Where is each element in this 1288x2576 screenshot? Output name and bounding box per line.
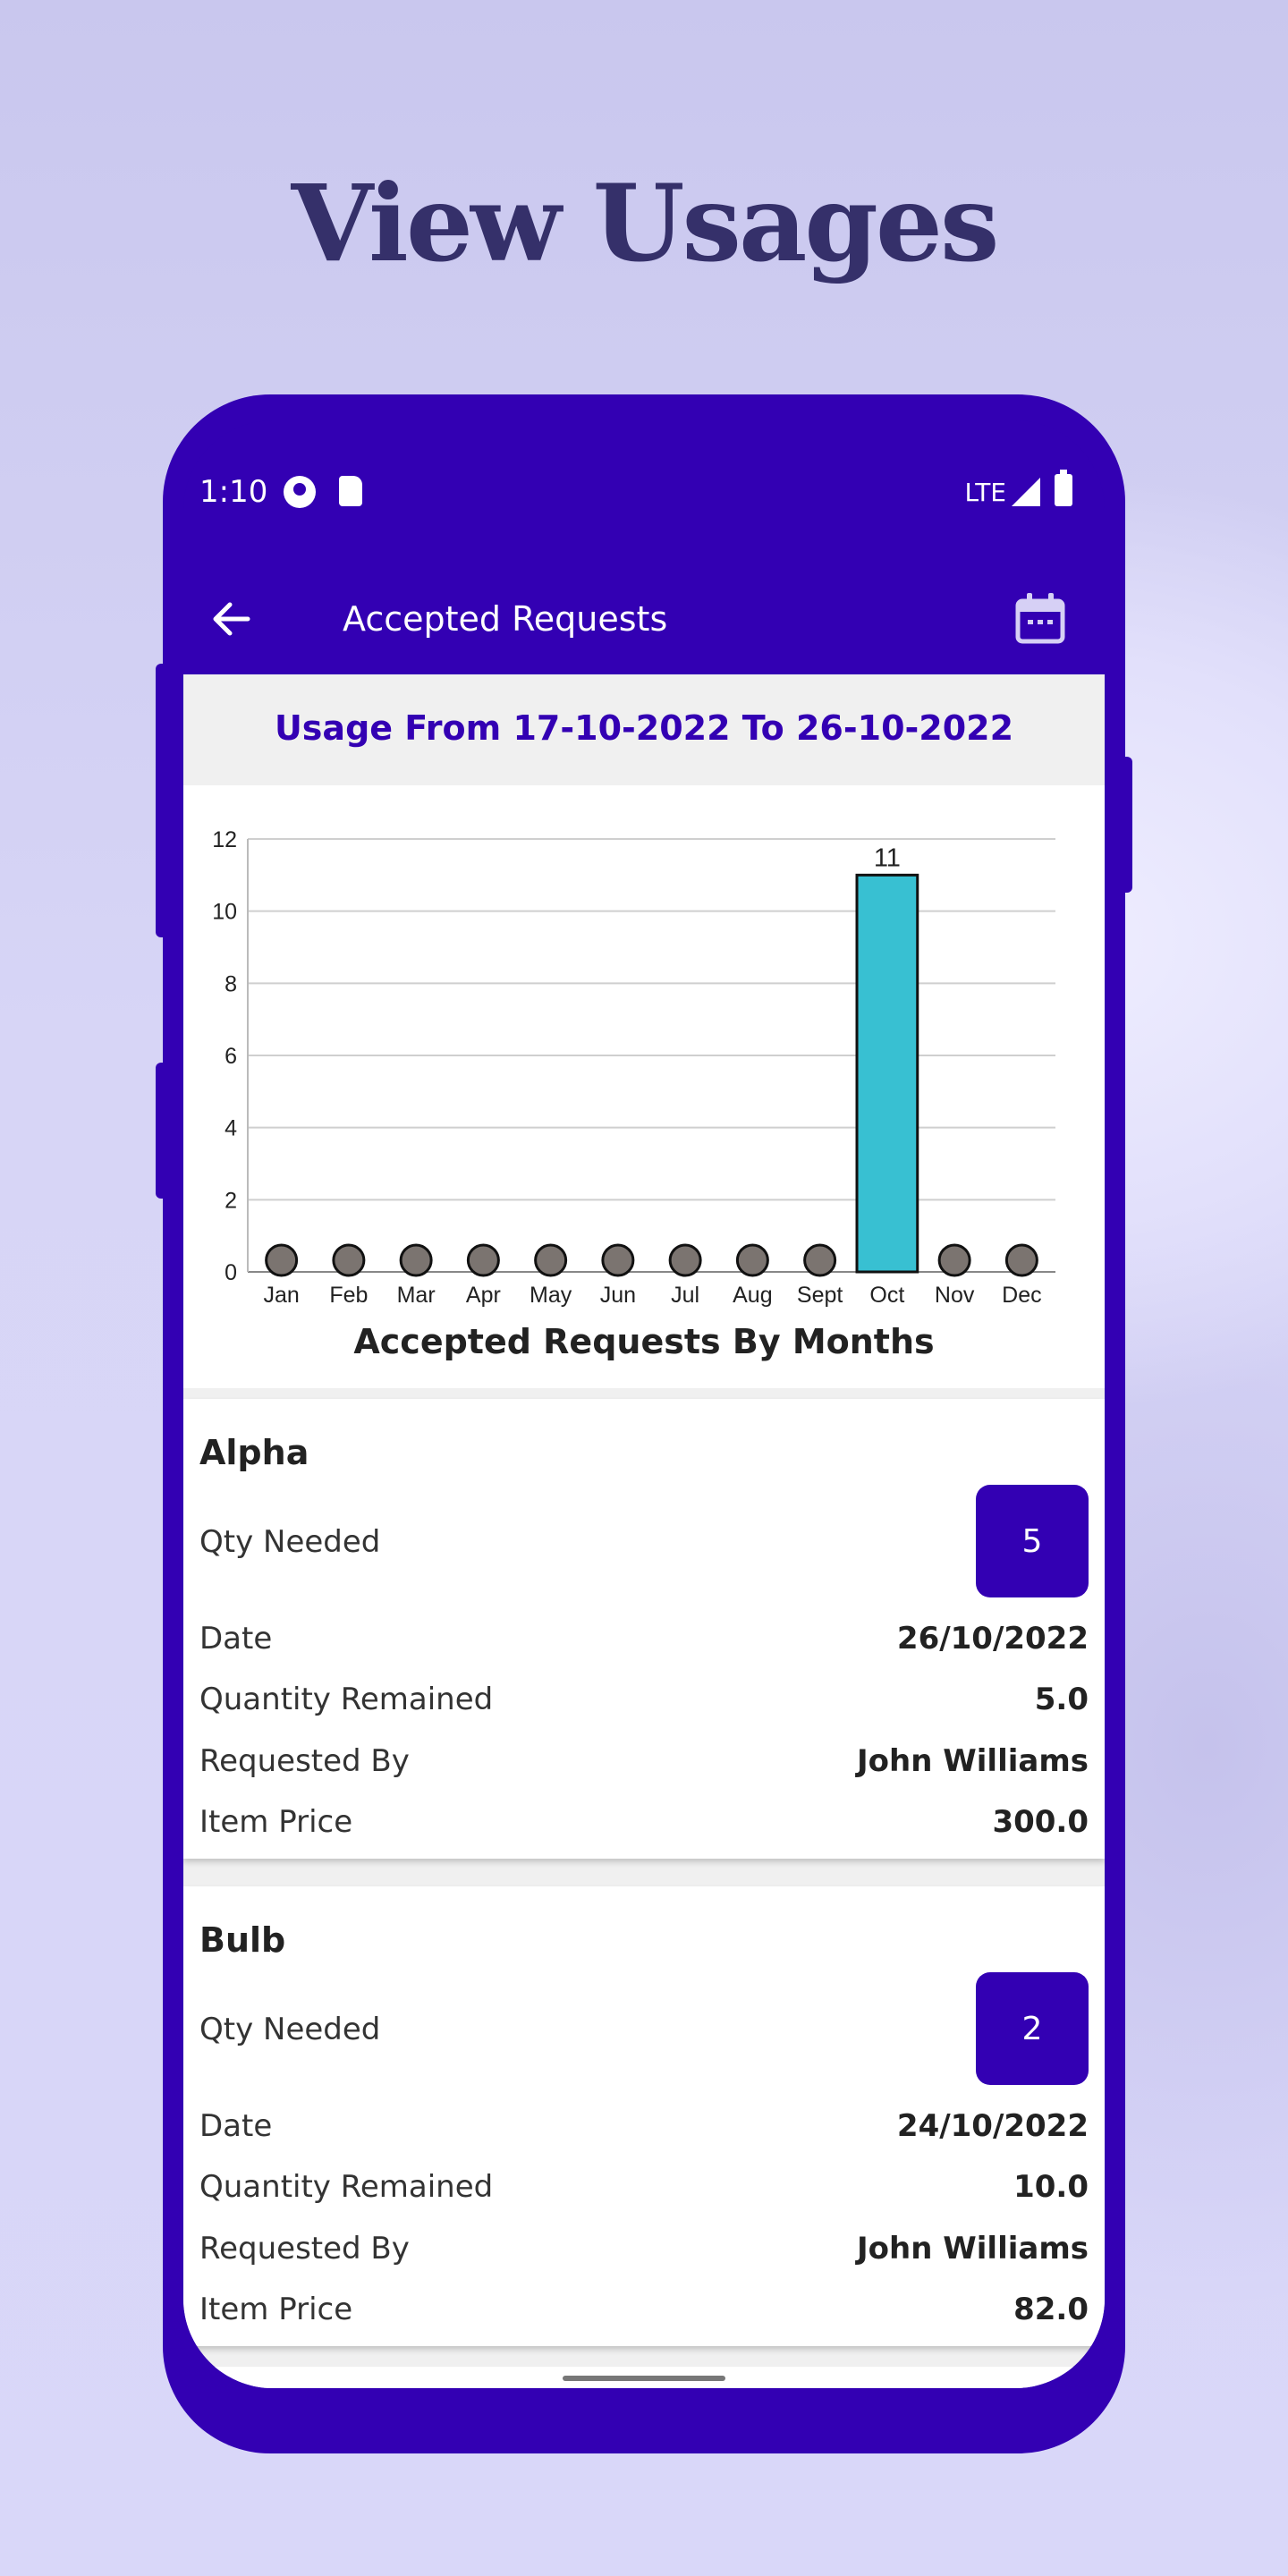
quantity-remained-value: 5.0 [1034,1682,1089,1717]
request-item-name: Bulb [199,1920,286,1960]
x-tick-label: May [530,1283,572,1308]
request-card[interactable]: Alpha Qty Needed 5 Date 26/10/2022 Quant… [183,1399,1105,1859]
zero-bar-marker [937,1243,971,1277]
app-bar: Accepted Requests [183,569,1105,674]
requested-by-value: John Williams [857,1743,1089,1779]
x-tick-label: Oct [869,1283,904,1308]
home-indicator[interactable] [563,2376,725,2381]
date-label: Date [199,2108,273,2144]
quantity-remained-label: Quantity Remained [199,2169,494,2205]
x-tick-label: Dec [1002,1283,1041,1308]
signal-icon [1012,478,1040,506]
requested-by-value: John Williams [857,2231,1089,2267]
back-arrow-icon[interactable] [205,592,258,646]
status-bar: 1:10 LTE [183,420,1105,569]
zero-bar-marker [601,1243,635,1277]
bar [855,873,919,1274]
request-item-name: Alpha [199,1433,309,1472]
calendar-icon[interactable] [1015,592,1065,644]
chart-card: 0 2 4 6 8 10 12 Jan Feb Mar Apr May Jun Jul Aug Sept 11 O… [183,785,1105,1388]
network-type: LTE [964,478,1006,507]
qty-needed-badge: 5 [976,1485,1089,1597]
x-tick-label: Jun [600,1283,636,1308]
zero-bar-marker [803,1243,837,1277]
request-card[interactable]: Bulb Qty Needed 2 Date 24/10/2022 Quanti… [183,1886,1105,2346]
zero-bar-marker [534,1243,568,1277]
date-label: Date [199,1621,273,1657]
content-area: Usage From 17-10-2022 To 26-10-2022 0 2 4 6… [183,674,1105,2388]
status-time: 1:10 [199,474,268,510]
data-label: 11 [874,843,901,872]
usage-range-text: Usage From 17-10-2022 To 26-10-2022 [274,708,1014,748]
x-tick-label: Mar [397,1283,436,1308]
zero-bar-marker [466,1243,500,1277]
zero-bar-marker [1004,1243,1038,1277]
qty-needed-badge: 2 [976,1972,1089,2085]
date-value: 24/10/2022 [896,2108,1089,2144]
requested-by-label: Requested By [199,1743,410,1779]
x-tick-label: Jan [263,1283,299,1308]
y-tick-label: 6 [225,1044,237,1069]
x-tick-label: Aug [733,1283,772,1308]
zero-bar-marker [332,1243,366,1277]
y-tick-label: 2 [225,1188,237,1213]
x-tick-label: Sept [797,1283,843,1308]
item-price-value: 300.0 [992,1804,1089,1840]
zero-bar-marker [735,1243,769,1277]
item-price-label: Item Price [199,1804,353,1840]
y-tick-label: 4 [225,1116,237,1141]
requested-by-label: Requested By [199,2231,410,2267]
x-tick-label: Feb [329,1283,368,1308]
item-price-label: Item Price [199,2292,353,2327]
y-tick-label: 0 [225,1260,237,1285]
qty-needed-label: Qty Needed [199,1524,381,1560]
usage-range-header: Usage From 17-10-2022 To 26-10-2022 [183,674,1105,785]
item-price-value: 82.0 [1013,2292,1089,2327]
sd-card-icon [339,476,362,506]
bar-chart: 0 2 4 6 8 10 12 Jan Feb Mar Apr May Jun Jul Aug Sept 11 O… [212,827,1055,1308]
y-tick-label: 8 [225,971,237,996]
chart-title: Accepted Requests By Months [353,1322,935,1361]
appbar-title: Accepted Requests [343,599,668,639]
date-value: 26/10/2022 [896,1621,1089,1657]
quantity-remained-value: 10.0 [1013,2169,1089,2205]
app-notification-icon [284,476,316,508]
zero-bar-marker [399,1243,433,1277]
battery-icon [1055,470,1072,506]
zero-bar-marker [265,1243,299,1277]
phone-screen: 1:10 LTE Accepted Requests Usage From 17… [183,420,1105,2388]
x-tick-label: Apr [466,1283,501,1308]
page-headline: View Usages [291,161,1000,285]
quantity-remained-label: Quantity Remained [199,1682,494,1717]
qty-needed-label: Qty Needed [199,2012,381,2047]
x-tick-label: Jul [671,1283,699,1308]
y-tick-label: 12 [212,827,237,852]
zero-bar-marker [668,1243,702,1277]
y-tick-label: 10 [212,900,237,925]
x-tick-label: Nov [935,1283,975,1308]
